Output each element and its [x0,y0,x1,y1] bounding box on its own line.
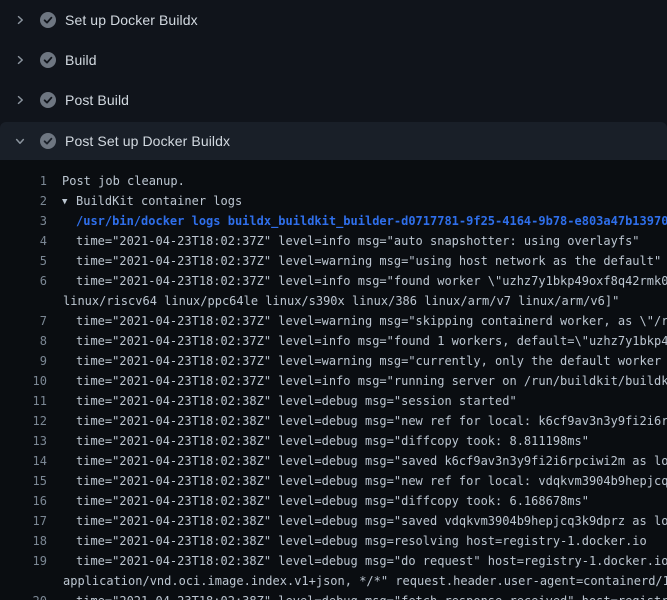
check-circle-icon [40,52,56,68]
log-text: time="2021-04-23T18:02:38Z" level=debug … [76,451,667,471]
log-line: 19 time="2021-04-23T18:02:38Z" level=debu… [0,551,667,571]
line-number[interactable]: 3 [0,211,47,231]
log-line: 15 time="2021-04-23T18:02:38Z" level=debu… [0,471,667,491]
log-group-toggle[interactable]: ▼BuildKit container logs [62,191,242,211]
log-line: 17 time="2021-04-23T18:02:38Z" level=debu… [0,511,667,531]
log-text: time="2021-04-23T18:02:38Z" level=debug … [76,511,667,531]
log-line: 5 time="2021-04-23T18:02:37Z" level=warni… [0,251,667,271]
line-number[interactable]: 20 [0,591,47,600]
line-number[interactable]: 2 [0,191,47,211]
log-text: linux/riscv64 linux/ppc64le linux/s390x … [63,291,619,311]
log-line-continuation: application/vnd.oci.image.index.v1+json,… [0,571,667,591]
line-number[interactable]: 1 [0,171,47,191]
log-line: 4 time="2021-04-23T18:02:37Z" level=info … [0,231,667,251]
log-text: time="2021-04-23T18:02:38Z" level=debug … [76,531,647,551]
line-number[interactable]: 8 [0,331,47,351]
log-text: time="2021-04-23T18:02:38Z" level=debug … [76,411,667,431]
line-number[interactable]: 18 [0,531,47,551]
line-number[interactable]: 12 [0,411,47,431]
log-line: 9 time="2021-04-23T18:02:37Z" level=warni… [0,351,667,371]
line-number [0,571,47,591]
line-number[interactable]: 19 [0,551,47,571]
chevron-right-icon [14,14,26,26]
log-text: time="2021-04-23T18:02:37Z" level=info m… [76,271,667,291]
log-text: time="2021-04-23T18:02:37Z" level=info m… [76,231,640,251]
log-line: 18 time="2021-04-23T18:02:38Z" level=debu… [0,531,667,551]
line-number[interactable]: 14 [0,451,47,471]
log-line: 2 ▼BuildKit container logs [0,191,667,211]
log-text: time="2021-04-23T18:02:38Z" level=debug … [76,471,667,491]
step-label: Post Build [65,92,129,108]
log-text: time="2021-04-23T18:02:38Z" level=debug … [76,431,589,451]
step-row-set-up-docker-buildx[interactable]: Set up Docker Buildx [0,0,667,40]
log-text: time="2021-04-23T18:02:38Z" level=debug … [76,491,589,511]
step-row-build[interactable]: Build [0,40,667,80]
log-text: time="2021-04-23T18:02:38Z" level=debug … [76,551,667,571]
log-line: 1 Post job cleanup. [0,171,667,191]
log-text: application/vnd.oci.image.index.v1+json,… [63,571,667,591]
log-text: Post job cleanup. [62,171,185,191]
steps-list: Set up Docker Buildx Build Post Build [0,0,667,160]
log-line: 3/usr/bin/docker logs buildx_buildkit_bu… [0,211,667,231]
line-number[interactable]: 4 [0,231,47,251]
log-line: 10 time="2021-04-23T18:02:37Z" level=info… [0,371,667,391]
line-number[interactable]: 15 [0,471,47,491]
log-line: 13 time="2021-04-23T18:02:38Z" level=debu… [0,431,667,451]
log-lines: 1 Post job cleanup. 2 ▼BuildKit container l… [0,160,667,600]
step-row-post-build[interactable]: Post Build [0,80,667,120]
log-line: 12 time="2021-04-23T18:02:38Z" level=debu… [0,411,667,431]
collapse-triangle-icon: ▼ [62,192,76,211]
line-number [0,291,47,311]
actions-log-viewer: Set up Docker Buildx Build Post Build [0,0,667,600]
chevron-right-icon [14,54,26,66]
check-circle-icon [40,133,56,149]
chevron-right-icon [14,94,26,106]
step-label: Post Set up Docker Buildx [65,133,230,149]
log-line: 14 time="2021-04-23T18:02:38Z" level=debu… [0,451,667,471]
log-text: time="2021-04-23T18:02:37Z" level=warnin… [76,351,667,371]
log-text: time="2021-04-23T18:02:37Z" level=warnin… [76,311,667,331]
line-number[interactable]: 17 [0,511,47,531]
log-text: time="2021-04-23T18:02:38Z" level=debug … [76,591,667,600]
line-number[interactable]: 11 [0,391,47,411]
log-line: 16 time="2021-04-23T18:02:38Z" level=debu… [0,491,667,511]
step-row-post-set-up-docker-buildx[interactable]: Post Set up Docker Buildx [0,122,667,160]
log-line: 8 time="2021-04-23T18:02:37Z" level=info … [0,331,667,351]
check-circle-icon [40,12,56,28]
step-label: Build [65,52,97,68]
log-line: 6 time="2021-04-23T18:02:37Z" level=info … [0,271,667,291]
log-text: time="2021-04-23T18:02:37Z" level=info m… [76,331,667,351]
log-text: time="2021-04-23T18:02:37Z" level=info m… [76,371,667,391]
log-line-continuation: linux/riscv64 linux/ppc64le linux/s390x … [0,291,667,311]
line-number[interactable]: 5 [0,251,47,271]
log-text: time="2021-04-23T18:02:38Z" level=debug … [76,391,517,411]
log-line: 11 time="2021-04-23T18:02:38Z" level=debu… [0,391,667,411]
check-circle-icon [40,92,56,108]
line-number[interactable]: 7 [0,311,47,331]
chevron-down-icon [14,135,26,147]
line-number[interactable]: 13 [0,431,47,451]
log-line: 7 time="2021-04-23T18:02:37Z" level=warni… [0,311,667,331]
step-label: Set up Docker Buildx [65,12,198,28]
log-text: time="2021-04-23T18:02:37Z" level=warnin… [76,251,661,271]
line-number[interactable]: 10 [0,371,47,391]
line-number[interactable]: 9 [0,351,47,371]
log-command-text: /usr/bin/docker logs buildx_buildkit_bui… [76,211,667,231]
log-line: 20 time="2021-04-23T18:02:38Z" level=debu… [0,591,667,600]
line-number[interactable]: 6 [0,271,47,291]
line-number[interactable]: 16 [0,491,47,511]
